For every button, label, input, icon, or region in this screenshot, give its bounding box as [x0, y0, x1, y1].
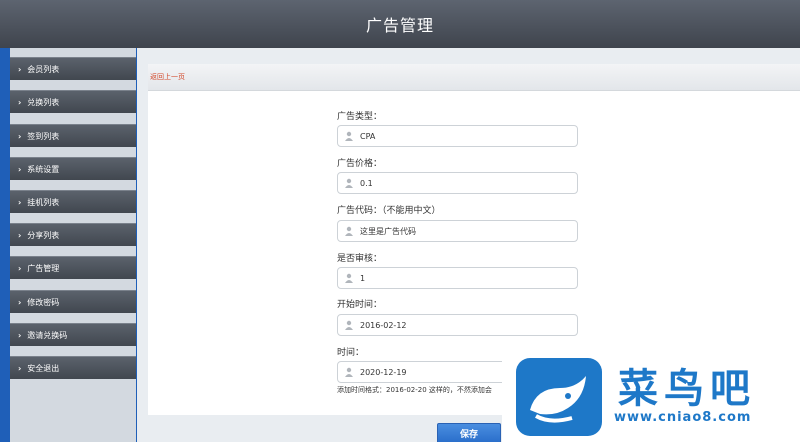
field-value: 2020-12-19: [360, 367, 407, 377]
field-value: 这里是广告代码: [360, 226, 416, 236]
watermark-brand: 菜鸟吧: [618, 365, 756, 412]
back-bar: [148, 64, 800, 91]
sidebar-item-idle[interactable]: › 挂机列表: [10, 190, 136, 213]
chevron-right-icon: ›: [18, 197, 22, 207]
sidebar-item-logout[interactable]: › 安全退出: [10, 356, 136, 379]
chevron-right-icon: ›: [18, 64, 22, 74]
sidebar-item-share[interactable]: › 分享列表: [10, 223, 136, 246]
chevron-right-icon: ›: [18, 297, 22, 307]
sidebar-item-label: 会员列表: [27, 64, 60, 74]
field-label-ad-code: 广告代码：（不能用中文）: [337, 206, 441, 216]
chevron-right-icon: ›: [18, 263, 22, 273]
save-button[interactable]: 保存: [437, 423, 501, 442]
field-value: 0.1: [360, 178, 373, 188]
sidebar-item-members[interactable]: › 会员列表: [10, 57, 136, 80]
start-time-input[interactable]: 2016-02-12: [337, 314, 578, 336]
field-label-ad-price: 广告价格：: [337, 159, 383, 169]
watermark: 菜鸟吧 www.cniao8.com: [502, 352, 800, 442]
sidebar-item-label: 系统设置: [27, 164, 60, 174]
chevron-right-icon: ›: [18, 97, 22, 107]
sidebar-item-label: 挂机列表: [27, 197, 60, 207]
sidebar-item-label: 修改密码: [27, 297, 60, 307]
user-icon: [345, 367, 353, 377]
user-icon: [345, 226, 353, 236]
field-value: CPA: [360, 131, 376, 141]
back-link[interactable]: 返回上一页: [150, 72, 185, 82]
sidebar-item-label: 签到列表: [27, 131, 60, 141]
sidebar-item-settings[interactable]: › 系统设置: [10, 157, 136, 180]
ad-code-input[interactable]: 这里是广告代码: [337, 220, 578, 242]
date-format-hint: 添加时间格式：2016-02-20 这样的，不然添加会: [337, 386, 492, 394]
field-label-review: 是否审核：: [337, 254, 383, 264]
sidebar-item-invite[interactable]: › 邀请兑换码: [10, 323, 136, 346]
sidebar-item-exchange[interactable]: › 兑换列表: [10, 90, 136, 113]
field-label-start-time: 开始时间：: [337, 300, 383, 310]
watermark-url: www.cniao8.com: [614, 410, 752, 425]
sidebar-item-label: 邀请兑换码: [27, 330, 68, 340]
field-value: 1: [360, 273, 366, 283]
sidebar-item-ads[interactable]: › 广告管理: [10, 256, 136, 279]
sidebar: › 会员列表 › 兑换列表 › 签到列表 › 系统设置 › 挂机列表 › 分享列表 › 广告管…: [10, 48, 136, 442]
ad-price-input[interactable]: 0.1: [337, 172, 578, 194]
sidebar-item-label: 分享列表: [27, 230, 60, 240]
user-icon: [345, 320, 353, 330]
page-title: 广告管理: [365, 16, 434, 35]
sidebar-item-checkin[interactable]: › 签到列表: [10, 124, 136, 147]
user-icon: [345, 273, 353, 283]
chevron-right-icon: ›: [18, 131, 22, 141]
sidebar-item-label: 兑换列表: [27, 97, 60, 107]
user-icon: [345, 178, 353, 188]
sidebar-item-label: 广告管理: [27, 263, 60, 273]
field-label-time: 时间：: [337, 348, 365, 358]
app-header: 广告管理: [0, 0, 800, 48]
chevron-right-icon: ›: [18, 363, 22, 373]
review-input[interactable]: 1: [337, 267, 578, 289]
chevron-right-icon: ›: [18, 230, 22, 240]
bird-logo-icon: [516, 358, 602, 436]
chevron-right-icon: ›: [18, 330, 22, 340]
sidebar-item-password[interactable]: › 修改密码: [10, 290, 136, 313]
field-label-ad-type: 广告类型：: [337, 112, 383, 122]
sidebar-item-label: 安全退出: [27, 363, 60, 373]
field-value: 2016-02-12: [360, 320, 407, 330]
user-icon: [345, 131, 353, 141]
ad-type-input[interactable]: CPA: [337, 125, 578, 147]
chevron-right-icon: ›: [18, 164, 22, 174]
